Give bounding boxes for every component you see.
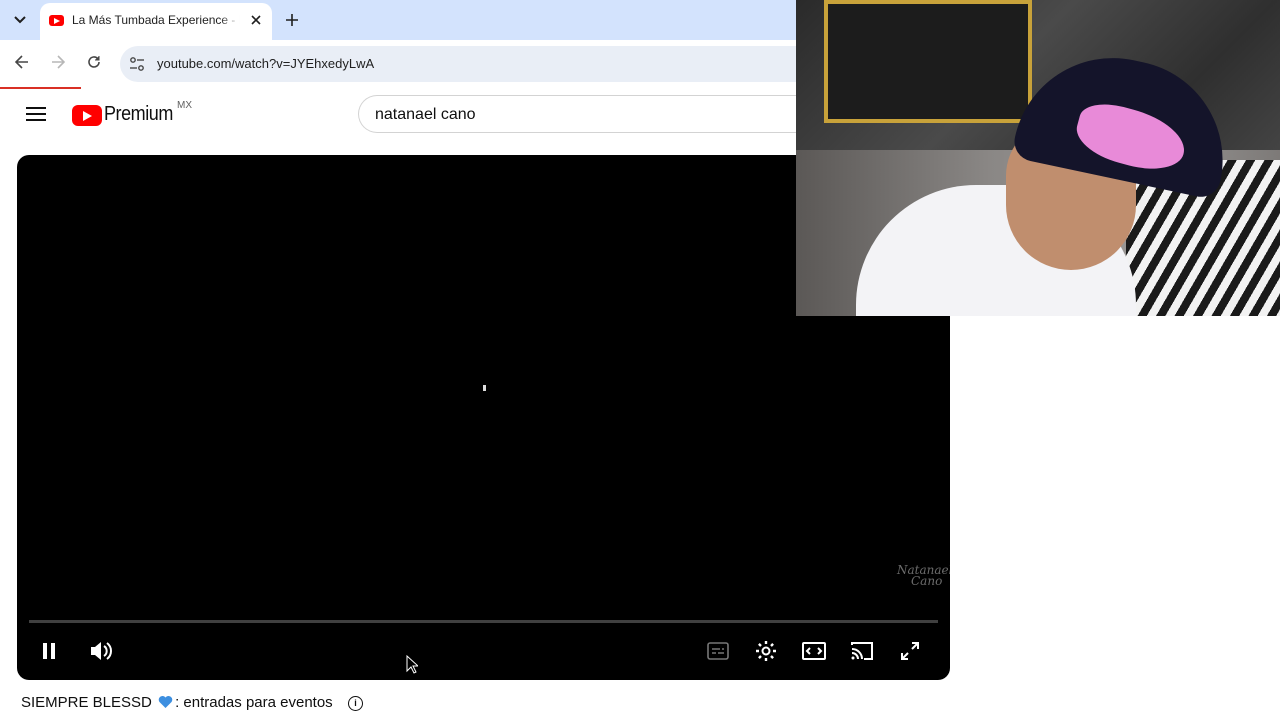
info-line-text: : entradas para eventos xyxy=(175,694,333,711)
settings-icon xyxy=(755,640,777,667)
volume-button[interactable] xyxy=(86,638,116,668)
back-arrow-icon xyxy=(14,54,29,74)
address-bar[interactable]: youtube.com/watch?v=JYEhxedyLwA xyxy=(120,46,880,82)
reload-button[interactable] xyxy=(80,50,108,78)
info-icon[interactable]: i xyxy=(348,696,363,711)
youtube-favicon-icon xyxy=(49,15,64,26)
theater-mode-button[interactable] xyxy=(799,638,829,668)
forward-arrow-icon xyxy=(51,54,66,74)
page-load-progress xyxy=(0,87,81,89)
info-line-channel: SIEMPRE BLESSD xyxy=(21,694,152,711)
new-tab-button[interactable] xyxy=(282,8,302,32)
subtitles-button[interactable] xyxy=(703,638,733,668)
theater-mode-icon xyxy=(802,641,826,665)
tab-close-button[interactable] xyxy=(246,11,266,31)
loading-indicator xyxy=(483,385,486,391)
youtube-brand-text[interactable]: Premium xyxy=(104,103,173,126)
cast-button[interactable] xyxy=(847,638,877,668)
watermark-line-2: Cano xyxy=(911,574,943,588)
subtitles-icon xyxy=(707,641,729,665)
video-info-line: SIEMPRE BLESSD : entradas para eventos xyxy=(21,694,333,711)
channel-watermark: Natanael Cano xyxy=(897,564,950,588)
reload-icon xyxy=(87,54,101,74)
back-button[interactable] xyxy=(8,50,36,78)
pause-icon xyxy=(41,642,57,665)
webcam-background-mirror xyxy=(824,0,1032,123)
menu-icon[interactable] xyxy=(26,105,46,123)
search-input[interactable]: natanael cano xyxy=(375,106,476,124)
close-icon xyxy=(251,12,261,30)
fullscreen-icon xyxy=(900,641,920,666)
chevron-down-icon xyxy=(14,13,26,27)
plus-icon xyxy=(286,9,298,32)
cast-icon xyxy=(850,641,874,666)
address-url[interactable]: youtube.com/watch?v=JYEhxedyLwA xyxy=(157,56,374,71)
mouse-cursor-icon xyxy=(406,654,420,674)
tune-icon[interactable] xyxy=(128,55,146,73)
webcam-overlay xyxy=(796,0,1280,316)
tab-title: La Más Tumbada Experience - N xyxy=(72,13,240,27)
tab-search-button[interactable] xyxy=(8,8,32,32)
tab-active[interactable]: La Más Tumbada Experience - N xyxy=(40,3,272,40)
forward-button[interactable] xyxy=(44,50,72,78)
fullscreen-button[interactable] xyxy=(895,638,925,668)
volume-icon xyxy=(89,640,113,667)
blue-heart-icon xyxy=(158,695,173,709)
progress-bar[interactable] xyxy=(29,620,938,623)
youtube-logo-icon[interactable] xyxy=(72,105,102,126)
search-box[interactable]: natanael cano xyxy=(358,95,818,133)
youtube-region-code: MX xyxy=(177,100,192,111)
pause-button[interactable] xyxy=(34,638,64,668)
settings-button[interactable] xyxy=(751,638,781,668)
